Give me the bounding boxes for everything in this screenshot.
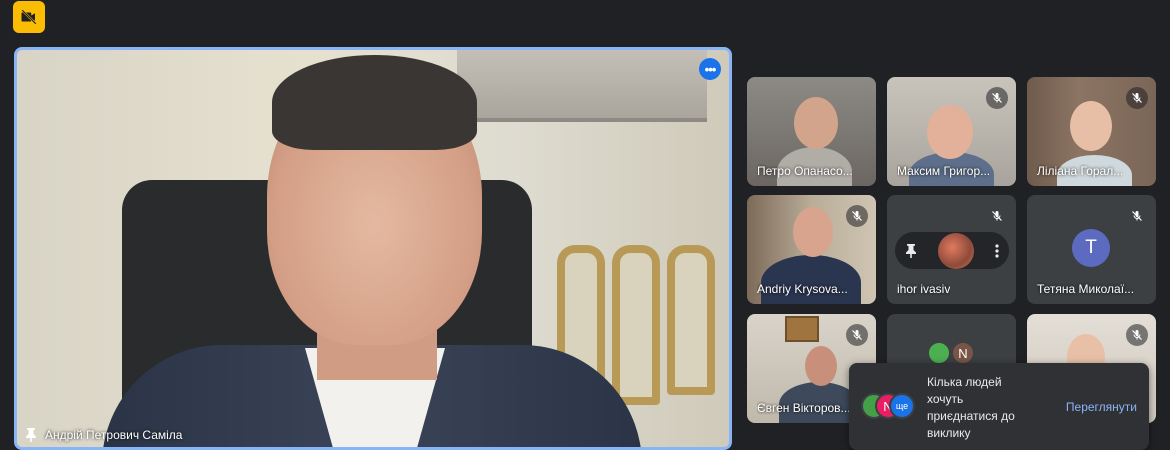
pin-icon[interactable]: [905, 243, 917, 258]
mic-off-icon: [992, 93, 1002, 103]
mic-off-icon: [1132, 211, 1142, 221]
requesting-avatars: N ще: [861, 393, 919, 421]
mic-off-indicator: [1126, 87, 1148, 109]
wall-icon-picture: [785, 316, 819, 342]
participant-name: Лілiана Горал...: [1037, 164, 1124, 178]
participant-name: Євген Вікторов...: [757, 401, 851, 415]
mic-off-icon: [1132, 93, 1142, 103]
participant-face: [794, 97, 838, 149]
mic-off-icon: [992, 211, 1002, 221]
participant-avatar: N: [951, 341, 975, 365]
participant-avatar: [927, 341, 951, 365]
camera-off-button[interactable]: [13, 1, 45, 33]
more-requesters-badge: ще: [889, 393, 915, 419]
participant-name: Петро Опанасо...: [757, 164, 853, 178]
mic-off-icon: [1132, 330, 1142, 340]
mic-off-indicator: [1126, 324, 1148, 346]
background-chair: [667, 245, 715, 395]
join-request-toast: N ще Кілька людей хочуть приєднатися до …: [849, 363, 1149, 450]
mic-off-icon: [852, 330, 862, 340]
mic-off-indicator: [986, 87, 1008, 109]
mic-off-indicator: [1126, 205, 1148, 227]
mic-off-icon: [852, 211, 862, 221]
wall-picture: [457, 50, 707, 122]
speaker-hair: [272, 55, 477, 150]
mic-off-indicator: [846, 205, 868, 227]
participant-face: [927, 105, 973, 159]
view-requests-button[interactable]: Переглянути: [1066, 400, 1137, 414]
participant-tile[interactable]: Максим Григор...: [887, 77, 1016, 186]
participant-face: [1070, 101, 1112, 151]
camera-off-icon: [21, 9, 37, 25]
participant-tile[interactable]: Andriy Krysova...: [747, 195, 876, 304]
participant-tile[interactable]: Лілiана Горал...: [1027, 77, 1156, 186]
more-vertical-icon[interactable]: [995, 243, 999, 258]
more-horizontal-icon: •••: [704, 61, 717, 77]
participant-name: Тетяна Миколаї...: [1037, 282, 1135, 296]
participant-tile[interactable]: ihor ivasiv: [887, 195, 1016, 304]
participant-body: [761, 255, 861, 304]
main-speaker-label: Андрій Петрович Саміла: [25, 428, 182, 442]
participant-face: [805, 346, 837, 386]
main-speaker-tile[interactable]: ••• Андрій Петрович Саміла: [14, 47, 732, 450]
tile-hover-controls: [895, 232, 1009, 269]
mic-off-indicator: [846, 324, 868, 346]
participant-tile[interactable]: T Тетяна Миколаї...: [1027, 195, 1156, 304]
toast-message: Кілька людей хочуть приєднатися до викли…: [927, 375, 1015, 440]
participant-avatar: [938, 232, 974, 269]
participant-name: ihor ivasiv: [897, 282, 951, 296]
more-options-button[interactable]: •••: [699, 58, 721, 80]
pin-icon[interactable]: [25, 428, 37, 442]
participant-name: Максим Григор...: [897, 164, 991, 178]
participant-tile[interactable]: Петро Опанасо...: [747, 77, 876, 186]
main-speaker-name: Андрій Петрович Саміла: [45, 428, 183, 442]
background-chair: [612, 245, 660, 405]
mic-off-indicator: [986, 205, 1008, 227]
participant-avatar: T: [1072, 229, 1110, 267]
participant-face: [793, 207, 833, 257]
participant-name: Andriy Krysova...: [757, 282, 848, 296]
